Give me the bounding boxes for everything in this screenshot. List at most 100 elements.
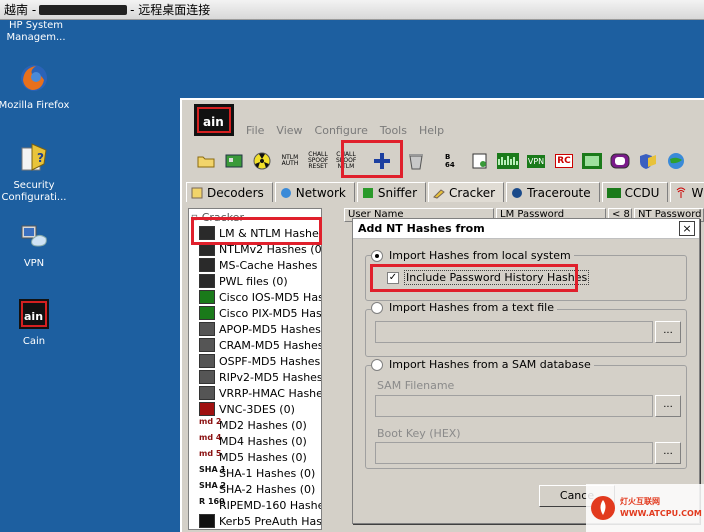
tree-item-sha1[interactable]: SHA 1 SHA-1 Hashes (0) — [189, 465, 321, 481]
cisco-pix-icon — [199, 306, 215, 320]
tree-item-vnc[interactable]: VNC-3DES (0) — [189, 401, 321, 417]
tree-item-pwl[interactable]: PWL files (0) — [189, 273, 321, 289]
tree-item-cisco-pix[interactable]: Cisco PIX-MD5 Hash — [189, 305, 321, 321]
chall-spoof-reset-icon[interactable]: CHALL SPOOF RESET — [306, 149, 330, 173]
desktop-icon-vpn[interactable]: VPN — [0, 220, 74, 270]
boot-key-browse-button[interactable]: ... — [655, 442, 681, 464]
delete-bin-icon[interactable] — [404, 149, 428, 173]
tab-wireless[interactable]: W — [670, 182, 704, 202]
tree-item-label: Cisco PIX-MD5 Hash — [219, 306, 322, 320]
menu-view[interactable]: View — [276, 124, 302, 137]
tree-item-kerb5[interactable]: Kerb5 PreAuth Hash — [189, 513, 321, 529]
decoders-tab-icon — [191, 187, 203, 198]
certificate-icon[interactable] — [468, 149, 492, 173]
text-file-browse-button[interactable]: ... — [655, 321, 681, 343]
tree-item-label: MD5 Hashes (0) — [219, 450, 307, 464]
sam-browse-button[interactable]: ... — [655, 395, 681, 417]
kerb5-icon — [199, 514, 215, 528]
tab-ccdu-label: CCDU — [624, 185, 660, 200]
network-card-icon[interactable] — [222, 149, 246, 173]
boot-key-label: Boot Key (HEX) — [377, 427, 461, 440]
vpn-green-icon[interactable]: VPN — [524, 149, 548, 173]
tree-item-label: OSPF-MD5 Hashes ( — [219, 354, 322, 368]
tab-sniffer[interactable]: Sniffer — [356, 182, 426, 202]
radio-local-system[interactable]: Import Hashes from local system — [371, 249, 574, 262]
tree-item-sha2[interactable]: SHA 2 SHA-2 Hashes (0) — [189, 481, 321, 497]
open-folder-icon[interactable] — [194, 149, 218, 173]
tab-network[interactable]: Network — [274, 182, 355, 202]
radio-unselected-icon — [371, 301, 383, 314]
cracker-tab-icon — [433, 188, 445, 199]
tree-item-label: PWL files (0) — [219, 274, 288, 288]
sam-filename-input[interactable] — [375, 395, 653, 417]
dialog-title: Add NT Hashes from — [353, 219, 699, 239]
tree-item-md4[interactable]: md 4 MD4 Hashes (0) — [189, 433, 321, 449]
tree-item-list: LM & NTLM Hashes (NTLMv2 Hashes (0) MS-Ca… — [189, 225, 321, 529]
menu-file[interactable]: File — [246, 124, 264, 137]
tab-cracker-label: Cracker — [449, 185, 496, 200]
tree-item-label: MD2 Hashes (0) — [219, 418, 307, 432]
tree-item-vrrp[interactable]: VRRP-HMAC Hashes — [189, 385, 321, 401]
tree-item-label: RIPv2-MD5 Hashes — [219, 370, 322, 384]
desktop-icon-cain[interactable]: ain Cain — [0, 298, 74, 348]
radio-sam-database[interactable]: Import Hashes from a SAM database — [371, 358, 594, 371]
ring-icon[interactable] — [608, 149, 632, 173]
tree-item-cram[interactable]: CRAM-MD5 Hashes — [189, 337, 321, 353]
desktop-icon-security-config[interactable]: ? Security Configurati... — [0, 142, 74, 204]
boot-key-input[interactable] — [375, 442, 653, 464]
ntlm-auth-icon[interactable]: NTLM AUTH — [278, 149, 302, 173]
ospf-icon — [199, 354, 215, 368]
menu-tools[interactable]: Tools — [380, 124, 407, 137]
tree-item-label: Kerb5 PreAuth Hash — [219, 514, 322, 528]
tree-item-label: RIPEMD-160 Hashes — [219, 498, 322, 512]
svg-text:ain: ain — [24, 310, 43, 323]
traceroute-tab-icon — [512, 187, 523, 198]
tree-item-md5[interactable]: md 5 MD5 Hashes (0) — [189, 449, 321, 465]
watermark-flame-icon — [591, 496, 615, 520]
tab-ccdu[interactable]: CCDU — [601, 182, 669, 202]
shield-question-icon[interactable] — [636, 149, 660, 173]
rc-icon[interactable]: RC — [552, 149, 576, 173]
tree-item-cisco-ios[interactable]: Cisco IOS-MD5 Hash — [189, 289, 321, 305]
radio-text-file[interactable]: Import Hashes from a text file — [371, 301, 558, 314]
tab-traceroute-label: Traceroute — [527, 185, 591, 200]
ntlm-auth-label: NTLM AUTH — [281, 154, 299, 167]
text-file-path-input[interactable] — [375, 321, 653, 343]
desktop-icon-hp[interactable]: HP System Managem... — [0, 20, 76, 44]
radio-selected-icon — [371, 249, 383, 262]
menu-help[interactable]: Help — [419, 124, 444, 137]
watermark-logo: 灯火互联网 WWW.ATCPU.COM — [586, 484, 704, 532]
tree-item-ms-cache[interactable]: MS-Cache Hashes ( — [189, 257, 321, 273]
tree-item-apop[interactable]: APOP-MD5 Hashes ( — [189, 321, 321, 337]
svg-text:ain: ain — [203, 115, 224, 129]
tree-item-md2[interactable]: md 2 MD2 Hashes (0) — [189, 417, 321, 433]
close-icon[interactable]: × — [679, 221, 695, 236]
menubar: File View Configure Tools Help — [246, 124, 444, 137]
desktop-icon-cain-label: Cain — [22, 336, 46, 347]
vpn-green-label: VPN — [526, 154, 546, 168]
ripv2-icon — [199, 370, 215, 384]
wireless-tab-icon — [677, 187, 686, 198]
tree-item-ripv2[interactable]: RIPv2-MD5 Hashes — [189, 369, 321, 385]
globe-help-icon[interactable] — [664, 149, 688, 173]
firefox-icon — [21, 65, 47, 91]
cram-icon — [199, 338, 215, 352]
radio-local-label: Import Hashes from local system — [389, 249, 571, 262]
tree-item-ripemd[interactable]: R 160 RIPEMD-160 Hashes — [189, 497, 321, 513]
tab-cracker[interactable]: Cracker — [428, 182, 505, 202]
desktop-icon-security-label: Security Configurati... — [1, 180, 67, 203]
desktop-icon-firefox[interactable]: Mozilla Firefox — [0, 62, 74, 112]
calculator-icon[interactable] — [580, 149, 604, 173]
tab-traceroute[interactable]: Traceroute — [506, 182, 600, 202]
base64-icon[interactable]: B 64 — [440, 149, 464, 173]
menu-configure[interactable]: Configure — [315, 124, 368, 137]
chall-spoof-reset-label: CHALL SPOOF RESET — [308, 151, 329, 170]
tree-item-label: VNC-3DES (0) — [219, 402, 295, 416]
remote-desktop-titlebar: 越南 - - 远程桌面连接 — [0, 0, 704, 20]
tree-item-label: CRAM-MD5 Hashes — [219, 338, 322, 352]
tab-decoders[interactable]: Decoders — [186, 182, 273, 202]
radiation-icon[interactable] — [250, 149, 274, 173]
grid-green-icon[interactable] — [496, 149, 520, 173]
tree-item-ospf[interactable]: OSPF-MD5 Hashes ( — [189, 353, 321, 369]
vrrp-icon — [199, 386, 215, 400]
